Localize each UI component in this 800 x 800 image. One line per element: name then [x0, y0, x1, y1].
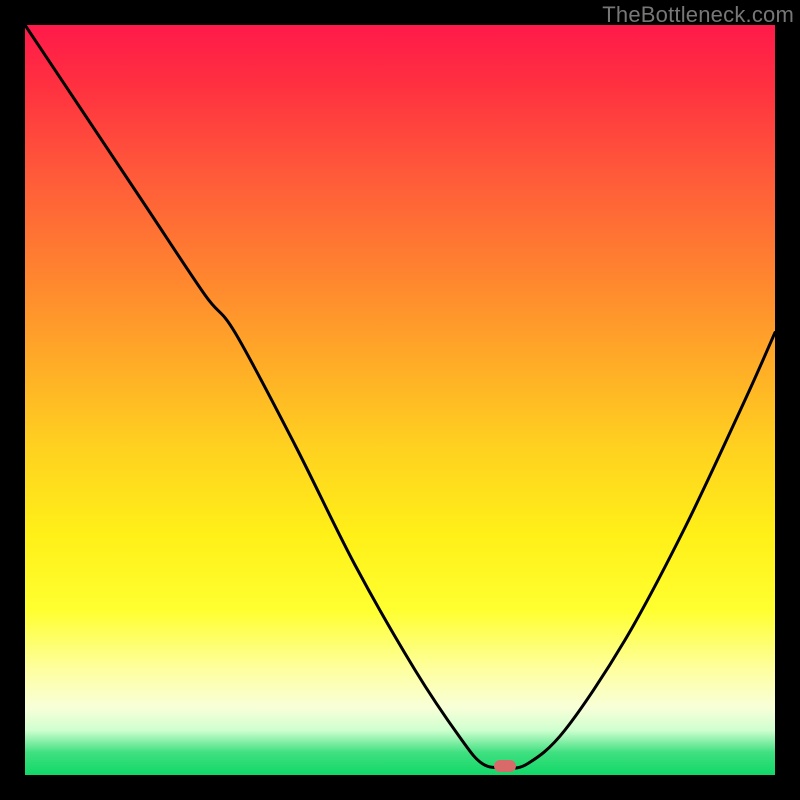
plot-area — [25, 25, 775, 775]
gradient-background — [25, 25, 775, 775]
watermark-text: TheBottleneck.com — [602, 2, 794, 28]
optimum-marker — [494, 760, 516, 772]
chart-container: TheBottleneck.com — [0, 0, 800, 800]
